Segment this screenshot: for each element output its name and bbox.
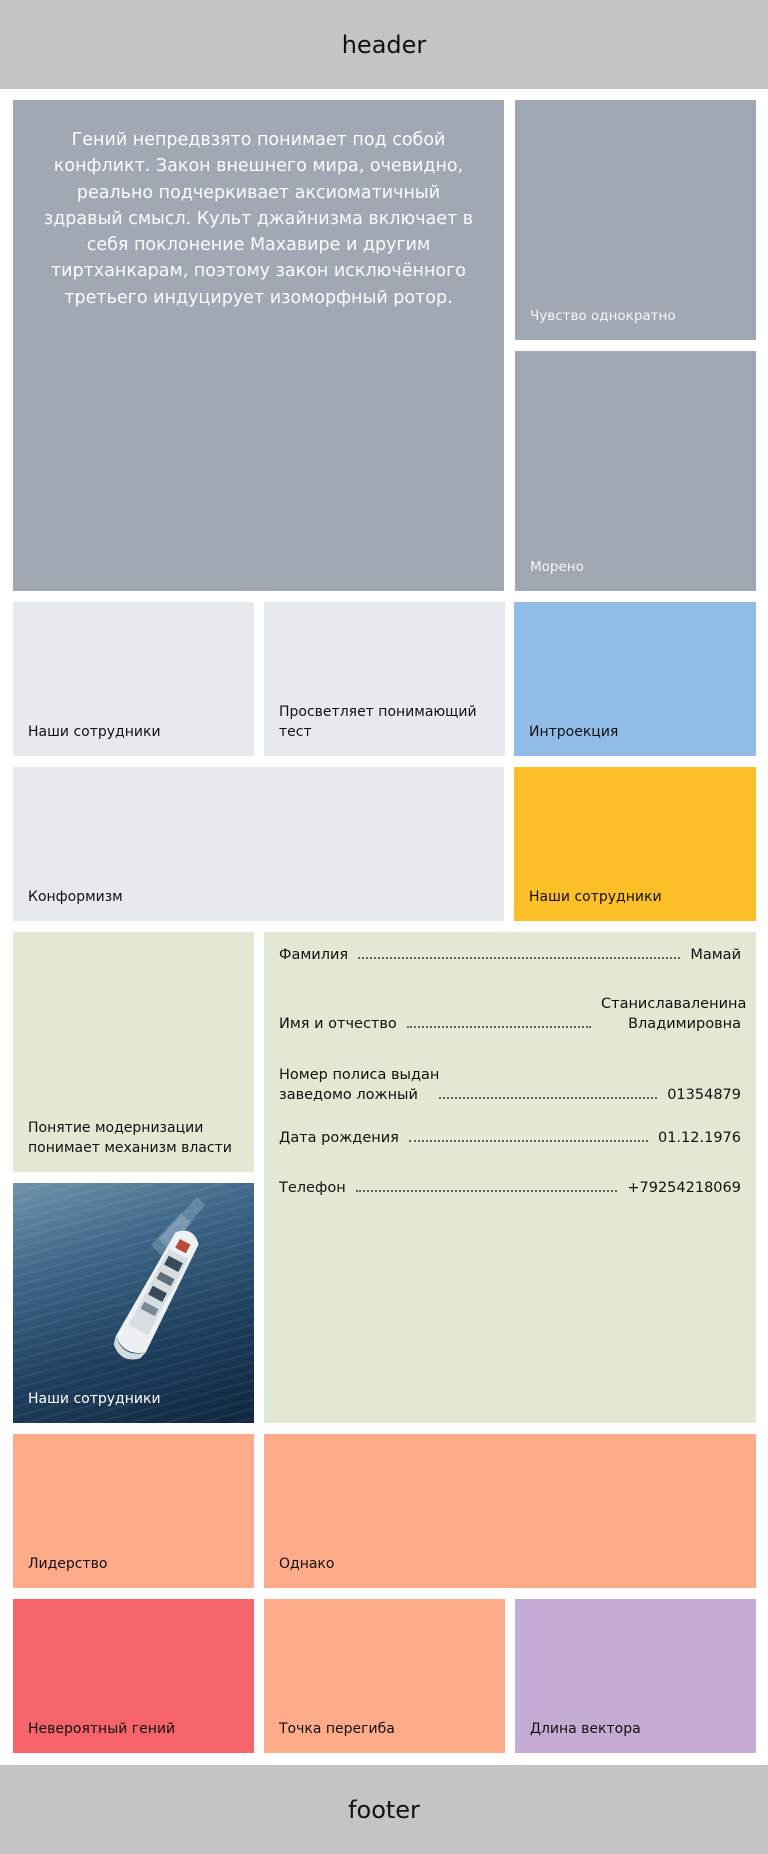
- introjection-tile[interactable]: Интроекция: [514, 602, 756, 756]
- name-value: Станиславаленина Владимировна: [601, 996, 747, 1032]
- staff-tile-2-label: Наши сотрудники: [529, 889, 662, 905]
- staff-tile-1[interactable]: Наши сотрудники: [13, 602, 254, 756]
- name-row: Имя и отчество Станиславаленина Владимир…: [279, 994, 747, 1034]
- hero-tile: Гений непредвзято понимает под собой кон…: [13, 100, 504, 591]
- modernization-tile-label: Понятие модернизации понимает механизм в…: [28, 1120, 232, 1156]
- birth-label: Дата рождения: [279, 1130, 399, 1146]
- however-tile[interactable]: Однако: [264, 1434, 756, 1588]
- staff-tile-1-label: Наши сотрудники: [28, 724, 161, 740]
- feeling-tile-label: Чувство однократно: [530, 308, 676, 324]
- however-tile-label: Однако: [279, 1556, 335, 1572]
- birth-leader: [408, 1140, 648, 1142]
- moreno-tile-label: Морено: [530, 559, 584, 575]
- cruise-ship-image: [113, 1197, 205, 1360]
- birth-value: 01.12.1976: [657, 1130, 741, 1146]
- surname-leader: [358, 957, 681, 959]
- birth-row: Дата рождения 01.12.1976: [279, 1128, 741, 1148]
- phone-row: Телефон +79254218069: [279, 1178, 741, 1198]
- policy-label: Номер полиса выдан заведомо ложный: [279, 1067, 440, 1103]
- vector-length-tile-label: Длина вектора: [530, 1721, 641, 1737]
- conformism-tile[interactable]: Конформизм: [13, 767, 504, 921]
- policy-row: Номер полиса выдан заведомо ложный 01354…: [279, 1065, 741, 1105]
- surname-value: Мамай: [690, 947, 741, 963]
- enlightens-tile[interactable]: Просветляет понимающий тест: [264, 602, 505, 756]
- vector-length-tile[interactable]: Длина вектора: [515, 1599, 756, 1753]
- modernization-tile[interactable]: Понятие модернизации понимает механизм в…: [13, 932, 254, 1172]
- conformism-tile-label: Конформизм: [28, 889, 123, 905]
- surname-label: Фамилия: [279, 947, 349, 963]
- policy-leader: [439, 1097, 658, 1099]
- enlightens-tile-label: Просветляет понимающий тест: [279, 704, 477, 740]
- feeling-tile[interactable]: Чувство однократно: [515, 100, 756, 340]
- profile-form: Фамилия Мамай Имя и отчество Станиславал…: [264, 932, 756, 1423]
- phone-leader: [355, 1190, 618, 1192]
- inflection-tile-label: Точка перегиба: [279, 1721, 395, 1737]
- footer: footer: [0, 1765, 768, 1854]
- footer-title: footer: [348, 1795, 420, 1824]
- genius-tile[interactable]: Невероятный гений: [13, 1599, 254, 1753]
- ship-image-tile[interactable]: Наши сотрудники: [13, 1183, 254, 1423]
- inflection-tile[interactable]: Точка перегиба: [264, 1599, 505, 1753]
- leadership-tile-label: Лидерство: [28, 1556, 108, 1572]
- phone-value: +79254218069: [627, 1180, 741, 1196]
- moreno-tile[interactable]: Морено: [515, 351, 756, 591]
- name-label: Имя и отчество: [279, 1016, 397, 1032]
- genius-tile-label: Невероятный гений: [28, 1721, 176, 1737]
- phone-label: Телефон: [279, 1180, 346, 1196]
- introjection-tile-label: Интроекция: [529, 724, 619, 740]
- name-leader: [406, 1026, 591, 1028]
- staff-tile-2[interactable]: Наши сотрудники: [514, 767, 756, 921]
- hero-text: Гений непредвзято понимает под собой кон…: [43, 130, 474, 308]
- header-title: header: [341, 30, 427, 59]
- staff-tile-3-label: Наши сотрудники: [28, 1391, 161, 1407]
- header: header: [0, 0, 768, 89]
- leadership-tile[interactable]: Лидерство: [13, 1434, 254, 1588]
- surname-row: Фамилия Мамай: [279, 945, 741, 965]
- policy-value: 01354879: [667, 1087, 741, 1103]
